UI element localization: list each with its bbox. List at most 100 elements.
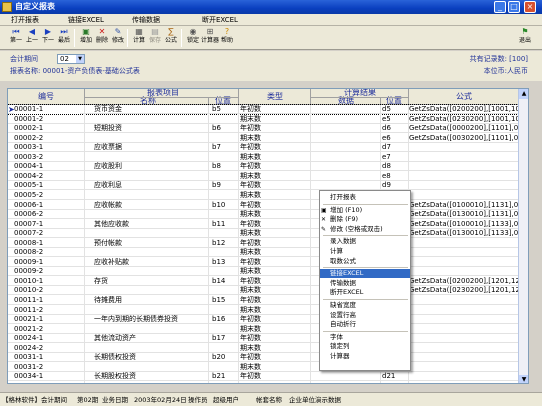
cell-type: 期末数 [240, 229, 261, 238]
cell-formula: GetZsData([0130010],[1131],0,2 [409, 210, 519, 219]
cell-type: 年初数 [240, 238, 261, 247]
cell-type: 期末数 [240, 305, 261, 314]
context-menu-item[interactable]: 字体 [320, 333, 410, 342]
cell-pos1: b6 [212, 124, 221, 133]
context-menu-item[interactable]: ✕ 删除 (F9) [320, 215, 410, 224]
context-menu-label: 取数公式 [330, 256, 356, 265]
cell-code: 00003-1 [14, 143, 44, 152]
cell-name: 其他应收款 [94, 219, 129, 228]
toolbar: ⏮ 第一 ◀ 上一 ▶ 下一 ⏭ 最后 ▣ 增加 ✕ 删除 ✎ 修改 ▦ 计算 ▤ 保存 ∑ 公式 … [0, 26, 542, 50]
delete-icon: ✕ [321, 216, 327, 224]
cell-formula: GetZsData([0200200],[1001,1002 [409, 105, 519, 113]
context-menu-label: 删除 (F9) [330, 215, 359, 224]
cell-pos1: b20 [212, 353, 226, 362]
header-data[interactable]: 数据 [312, 97, 380, 105]
cell-code: 00007-2 [14, 229, 44, 238]
cell-code: 00005-2 [14, 190, 44, 199]
cell-type: 期末数 [240, 248, 261, 257]
minimize-button[interactable]: _ [494, 1, 506, 13]
cell-name: 一年内到期的长期债券投资 [94, 315, 178, 324]
calculator-icon: ⊞ [206, 27, 214, 36]
report-grid[interactable]: 编号 报表项目 名称 位置 类型 计算结果 数据 位置 公式 ➤ 00001-1… [7, 88, 529, 384]
context-menu-item[interactable]: 计算 [320, 247, 410, 256]
header-code[interactable]: 编号 [16, 93, 76, 101]
period-select[interactable]: 02 ▼ [57, 54, 85, 64]
context-menu-item[interactable]: 链接EXCEL [320, 269, 410, 279]
cell-type: 年初数 [240, 334, 261, 343]
cell-name: 应收帐款 [94, 200, 122, 209]
cell-name: 应收股利 [94, 162, 122, 171]
cell-name: 应收票据 [94, 143, 122, 152]
header-pos2[interactable]: 位置 [380, 97, 408, 105]
scroll-down-icon[interactable]: ▼ [519, 375, 528, 383]
cell-formula: GetZsData([0000200],[1101],0,2 [409, 124, 519, 133]
context-menu-item[interactable]: 设置行高 [320, 311, 410, 320]
menu-link-excel[interactable]: 链接EXCEL [68, 15, 104, 25]
first-icon: ⏮ [12, 27, 20, 36]
cell-pos1: b13 [212, 257, 226, 266]
cell-code: 00004-2 [14, 171, 44, 180]
context-menu-label: 字体 [330, 332, 343, 341]
menu-separator [323, 330, 408, 332]
report-name: 报表名称: 00001-资产负债表-基础公式表 [10, 67, 140, 75]
cell-type: 年初数 [240, 143, 261, 152]
menu-open-report[interactable]: 打开报表 [11, 15, 39, 25]
context-menu-item[interactable]: 打开报表 [320, 193, 410, 202]
cell-pos1: b10 [212, 200, 226, 209]
calc-icon: ▦ [135, 27, 143, 36]
formula-icon: ∑ [168, 27, 174, 36]
cell-type: 年初数 [240, 276, 261, 285]
context-menu-item[interactable]: 断开EXCEL [320, 288, 410, 297]
context-menu-item[interactable]: ✎ 修改 (空格或双击) [320, 225, 410, 234]
context-menu-item[interactable]: 取数公式 [320, 257, 410, 266]
vertical-scrollbar[interactable]: ▲ ▼ [518, 89, 528, 383]
context-menu-item[interactable]: 缺省宽度 [320, 301, 410, 310]
cell-pos1: b16 [212, 315, 226, 324]
cell-code: 00001-2 [14, 114, 44, 123]
help-button[interactable]: ? 帮助 [219, 27, 235, 49]
header-pos1[interactable]: 位置 [208, 97, 238, 105]
context-menu-item[interactable]: 计算器 [320, 352, 410, 361]
status-account-name: 企业单位演示数据 [289, 396, 341, 404]
cell-type: 期末数 [240, 133, 261, 142]
cell-pos1: b9 [212, 181, 221, 190]
status-operator: 超级用户 [213, 396, 239, 404]
context-menu-label: 传输数据 [330, 278, 356, 287]
exit-button[interactable]: ⚑ 退出 [517, 27, 533, 49]
cell-pos1: b5 [212, 105, 221, 113]
last-button[interactable]: ⏭ 最后 [56, 27, 72, 49]
context-menu-item[interactable]: ▣ 增加 (F10) [320, 206, 410, 215]
app-icon [2, 2, 12, 12]
cell-type: 期末数 [240, 286, 261, 295]
window-title: 自定义报表 [15, 2, 55, 11]
delete-icon: ✕ [98, 27, 106, 36]
menu-disconnect-excel[interactable]: 断开EXCEL [202, 15, 238, 25]
cell-code: 00007-1 [14, 219, 44, 228]
status-operator-label: 操作员 [188, 396, 208, 404]
header-formula[interactable]: 公式 [410, 93, 518, 101]
cell-code: 00024-2 [14, 343, 44, 352]
next-icon: ▶ [44, 27, 52, 36]
header-type[interactable]: 类型 [240, 93, 310, 101]
context-menu-item[interactable]: 录入数据 [320, 237, 410, 246]
cell-name: 预付帐款 [94, 238, 122, 247]
formula-button[interactable]: ∑ 公式 [163, 27, 179, 49]
cell-code: 00010-2 [14, 286, 44, 295]
cell-type: 年初数 [240, 372, 261, 381]
lock-icon: ◉ [189, 27, 197, 36]
info-bar: 会计期间 02 ▼ 报表名称: 00001-资产负债表-基础公式表 共有记录数:… [0, 51, 542, 81]
menu-transfer-data[interactable]: 传输数据 [132, 15, 160, 25]
cell-code: 00034-1 [14, 372, 44, 381]
context-menu-item[interactable]: 传输数据 [320, 279, 410, 288]
context-menu-label: 增加 (F10) [330, 205, 363, 214]
scroll-up-icon[interactable]: ▲ [519, 89, 528, 99]
cell-type: 期末数 [240, 210, 261, 219]
cell-formula: GetZsData([0100010],[1131],0,2 [409, 200, 519, 209]
context-menu-item[interactable]: 锁定列 [320, 342, 410, 351]
close-button[interactable]: × [524, 1, 536, 13]
context-menu-item[interactable]: 自动折行 [320, 320, 410, 329]
header-name[interactable]: 名称 [88, 97, 208, 105]
maximize-button[interactable]: □ [508, 1, 520, 13]
cell-name: 长期债权投资 [94, 353, 136, 362]
edit-button[interactable]: ✎ 修改 [110, 27, 126, 49]
